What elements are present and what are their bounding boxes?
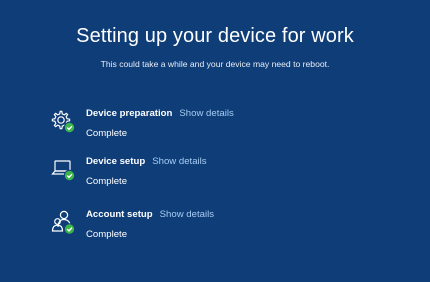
people-icon (50, 209, 76, 235)
step-text: Device preparation Show details Complete (86, 108, 234, 139)
check-badge-icon (63, 223, 76, 235)
laptop-icon (50, 156, 76, 182)
page-title: Setting up your device for work (76, 25, 354, 47)
step-text: Account setup Show details Complete (86, 209, 214, 240)
step-status: Complete (86, 176, 128, 187)
check-badge-icon (63, 169, 76, 182)
show-details-link[interactable]: Show details (160, 209, 214, 220)
show-details-link[interactable]: Show details (179, 108, 233, 119)
setup-screen: Setting up your device for work This cou… (0, 0, 430, 282)
step-text: Device setup Show details Complete (86, 156, 207, 187)
step-name: Device setup (86, 156, 146, 167)
step-status: Complete (86, 229, 128, 240)
step-status: Complete (86, 128, 128, 139)
show-details-link[interactable]: Show details (152, 156, 206, 167)
page-subtitle: This could take a while and your device … (100, 59, 330, 69)
step-name: Device preparation (86, 108, 173, 119)
step-name: Account setup (86, 209, 153, 220)
gear-icon (50, 108, 76, 134)
check-badge-icon (63, 121, 76, 134)
